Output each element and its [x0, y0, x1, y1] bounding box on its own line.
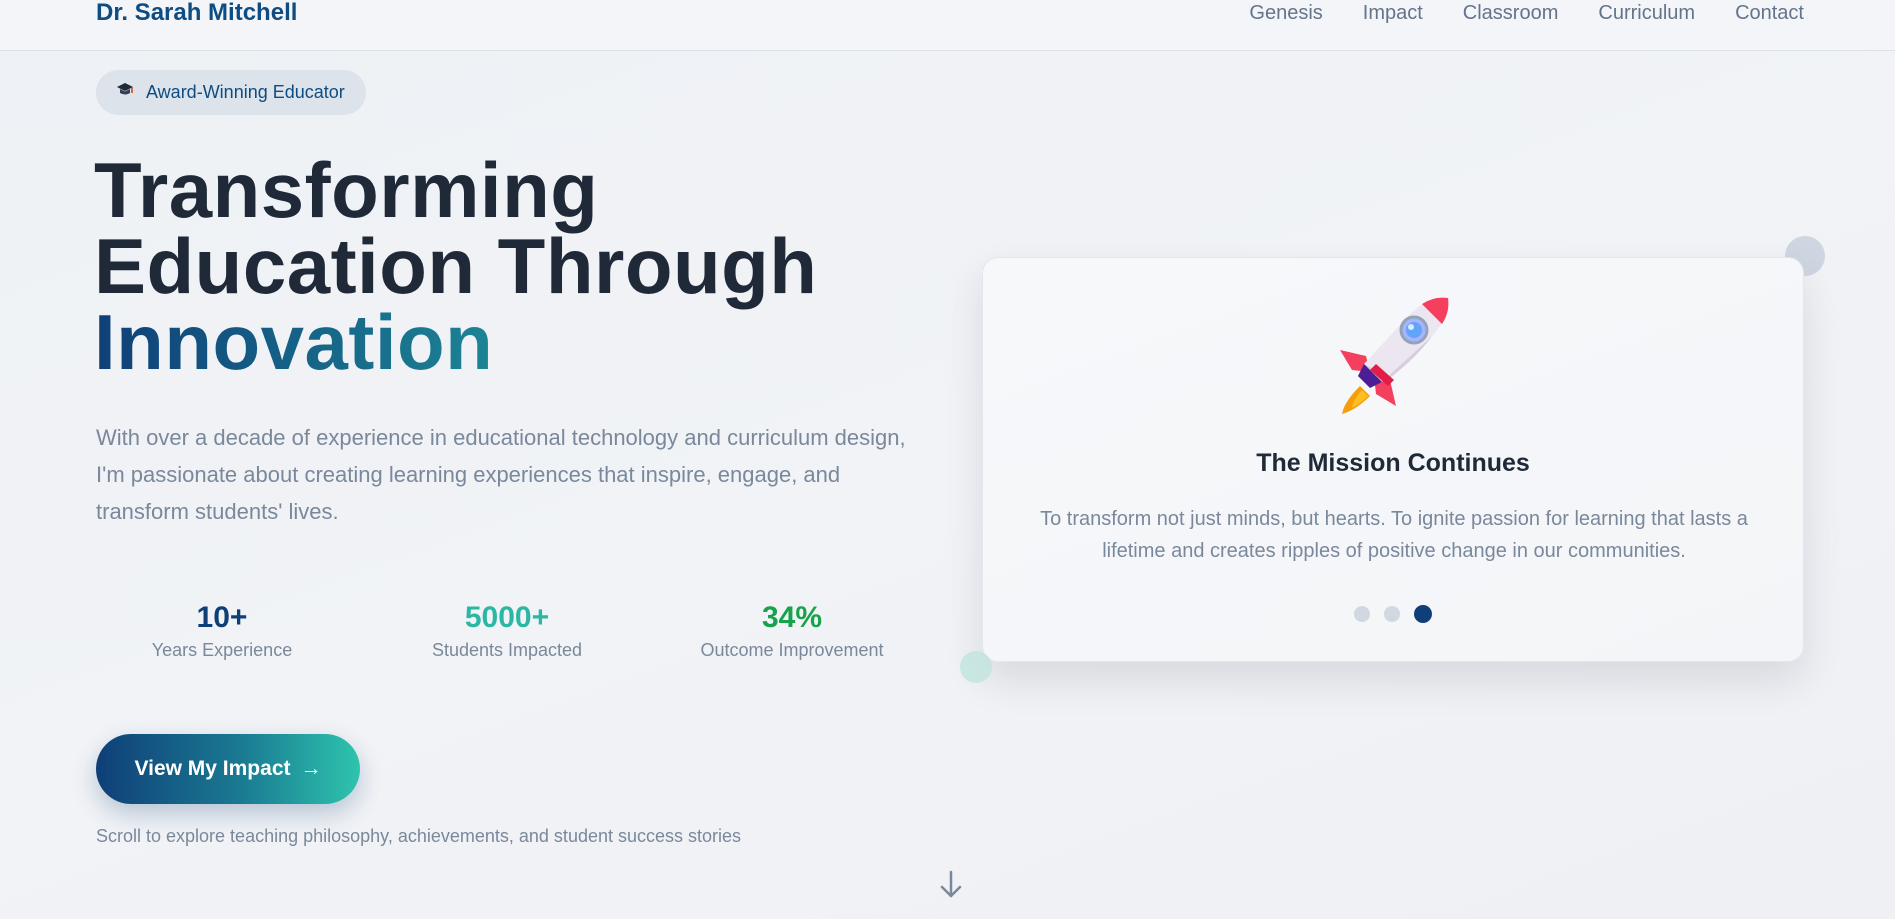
decorative-circle: [960, 651, 992, 683]
stat-label: Years Experience: [151, 640, 293, 660]
stat-years-experience: 10+ Years Experience: [102, 600, 342, 661]
nav-link-contact[interactable]: Contact: [1735, 0, 1804, 26]
carousel-dot-2[interactable]: [1384, 606, 1400, 622]
headline-line-2: Education Through: [94, 222, 818, 310]
stat-outcome-improvement: 34% Outcome Improvement: [672, 600, 912, 661]
stat-value: 10+: [196, 601, 248, 634]
rocket-icon: [1330, 290, 1456, 416]
nav-link-impact[interactable]: Impact: [1363, 0, 1423, 26]
card-text: To transform not just minds, but hearts.…: [1040, 508, 1748, 562]
graduation-cap-icon: [116, 82, 134, 103]
cta-label: View My Impact: [134, 757, 291, 780]
stat-label: Outcome Improvement: [700, 640, 884, 660]
headline-line-1: Transforming: [94, 146, 599, 234]
carousel-dot-3[interactable]: [1414, 605, 1432, 623]
brand-logo[interactable]: Dr. Sarah Mitchell: [96, 0, 297, 26]
hero-intro: With over a decade of experience in educ…: [96, 425, 906, 524]
arrow-right-icon: →: [300, 757, 322, 780]
main-nav: Genesis Impact Classroom Curriculum Cont…: [1249, 0, 1804, 26]
badge-label: Award-Winning Educator: [146, 82, 345, 102]
stat-value: 34%: [761, 601, 823, 634]
stat-value: 5000+: [464, 601, 550, 634]
arrow-down-icon[interactable]: [936, 868, 966, 902]
hero-headline: Transforming Education Through Innovatio…: [94, 146, 818, 381]
nav-link-curriculum[interactable]: Curriculum: [1598, 0, 1695, 26]
headline-accent: Innovation: [94, 303, 817, 381]
nav-link-classroom[interactable]: Classroom: [1463, 0, 1559, 26]
card-title: The Mission Continues: [1256, 449, 1530, 477]
scroll-hint: Scroll to explore teaching philosophy, a…: [96, 826, 742, 846]
carousel-dots: [983, 605, 1803, 623]
view-impact-button[interactable]: View My Impact →: [96, 734, 360, 804]
carousel-dot-1[interactable]: [1354, 606, 1370, 622]
stat-label: Students Impacted: [431, 640, 583, 660]
stat-students-impacted: 5000+ Students Impacted: [387, 600, 627, 661]
nav-link-genesis[interactable]: Genesis: [1249, 0, 1322, 26]
mission-card: The Mission Continues To transform not j…: [982, 257, 1804, 662]
site-header: Dr. Sarah Mitchell Genesis Impact Classr…: [0, 0, 1895, 51]
award-badge: Award-Winning Educator: [96, 70, 366, 115]
